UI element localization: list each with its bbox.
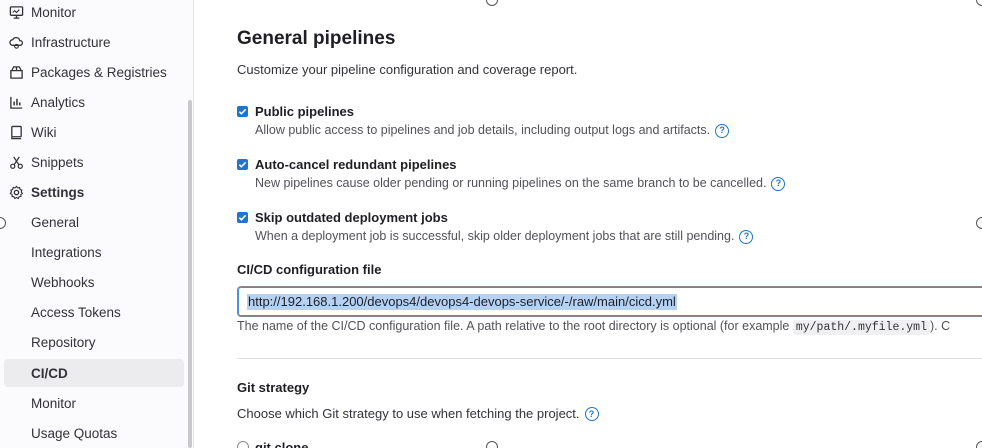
sidebar-item-label: Webhooks [31,274,95,290]
option-title: Public pipelines [255,104,354,119]
sidebar-item-packages[interactable]: Packages & Registries [4,58,184,86]
sidebar-item-label: Packages & Registries [31,64,167,80]
cicd-file-help-prefix: The name of the CI/CD configuration file… [237,319,793,333]
help-icon[interactable]: ? [715,123,730,138]
sidebar-item-label: Monitor [31,4,77,20]
option-help-text: When a deployment job is successful, ski… [255,229,735,243]
scissors-icon [8,154,24,170]
sidebar-item-label: Snippets [31,154,84,170]
sidebar-item-label: CI/CD [31,365,68,381]
option-public-pipelines: Public pipelines Allow public access to … [237,103,730,139]
sidebar-item-monitor[interactable]: Monitor [4,0,184,26]
sidebar-item-cicd[interactable]: CI/CD [4,359,184,387]
settings-icon [8,184,24,200]
package-icon [8,64,24,80]
sidebar-item-access-tokens[interactable]: Access Tokens [4,298,184,326]
option-skip-outdated: Skip outdated deployment jobs When a dep… [237,209,754,245]
sidebar-item-label: Repository [31,334,96,350]
help-icon[interactable]: ? [771,176,786,191]
sidebar-item-settings[interactable]: Settings [4,178,184,206]
sidebar-item-infrastructure[interactable]: Infrastructure [4,28,184,56]
sidebar-item-analytics[interactable]: Analytics [4,88,184,116]
git-strategy-description-text: Choose which Git strategy to use when fe… [237,406,580,421]
sidebar-item-monitor-settings[interactable]: Monitor [4,389,184,417]
sidebar-item-usage-quotas[interactable]: Usage Quotas [4,419,184,447]
sidebar-item-label: Integrations [31,244,102,260]
cicd-file-help-suffix: ). C [929,319,951,333]
sidebar-item-label: Settings [31,184,85,200]
sidebar-item-wiki[interactable]: Wiki [4,118,184,146]
cicd-file-label: CI/CD configuration file [237,262,382,277]
resize-handle[interactable] [976,441,982,448]
git-strategy-description: Choose which Git strategy to use when fe… [237,406,599,421]
option-help-text: Allow public access to pipelines and job… [255,123,711,137]
option-help-text: New pipelines cause older pending or run… [255,176,767,190]
checkmark-icon [238,108,247,115]
example-path-code: my/path/.myfile.yml [792,320,930,335]
sidebar-item-integrations[interactable]: Integrations [4,238,184,266]
sidebar-item-general[interactable]: General [4,208,184,236]
option-auto-cancel: Auto-cancel redundant pipelines New pipe… [237,156,786,192]
sidebar-item-label: Analytics [31,94,86,110]
checkmark-icon [238,161,247,168]
main-content: General pipelines Customize your pipelin… [195,0,982,448]
section-title: General pipelines [237,28,396,49]
book-icon [8,124,24,140]
section-divider [237,358,982,359]
sidebar-item-label: General [31,214,80,230]
monitor-icon [8,4,24,20]
sidebar-scrollbar[interactable] [188,100,192,448]
sidebar-item-repository[interactable]: Repository [4,328,184,356]
option-title: Skip outdated deployment jobs [255,210,448,225]
git-clone-radio[interactable] [237,441,249,448]
checkmark-icon [238,214,247,221]
app-root: Monitor Infrastructure Packages & Regist… [0,0,982,448]
sidebar-item-webhooks[interactable]: Webhooks [4,268,184,296]
sidebar-item-label: Usage Quotas [31,425,118,441]
public-pipelines-checkbox[interactable] [237,106,248,117]
sidebar-item-label: Wiki [31,124,57,140]
git-strategy-title: Git strategy [237,380,310,395]
section-description: Customize your pipeline configuration an… [237,62,578,77]
sidebar-item-label: Infrastructure [31,34,111,50]
auto-cancel-checkbox[interactable] [237,159,248,170]
chart-icon [8,94,24,110]
sidebar: Monitor Infrastructure Packages & Regist… [0,0,194,448]
resize-handle[interactable] [976,217,982,229]
help-icon[interactable]: ? [584,406,599,421]
cloud-gear-icon [8,34,24,50]
cicd-file-value[interactable]: http://192.168.1.200/devops4/devops4-dev… [247,294,677,310]
skip-outdated-checkbox[interactable] [237,212,248,223]
sidebar-item-label: Access Tokens [31,304,121,320]
cicd-file-help: The name of the CI/CD configuration file… [237,319,951,335]
option-title: Auto-cancel redundant pipelines [255,157,457,172]
git-clone-label: git clone [255,440,309,448]
resize-handle[interactable] [486,441,498,448]
help-icon[interactable]: ? [739,229,754,244]
sidebar-item-label: Monitor [31,395,77,411]
sidebar-item-snippets[interactable]: Snippets [4,148,184,176]
